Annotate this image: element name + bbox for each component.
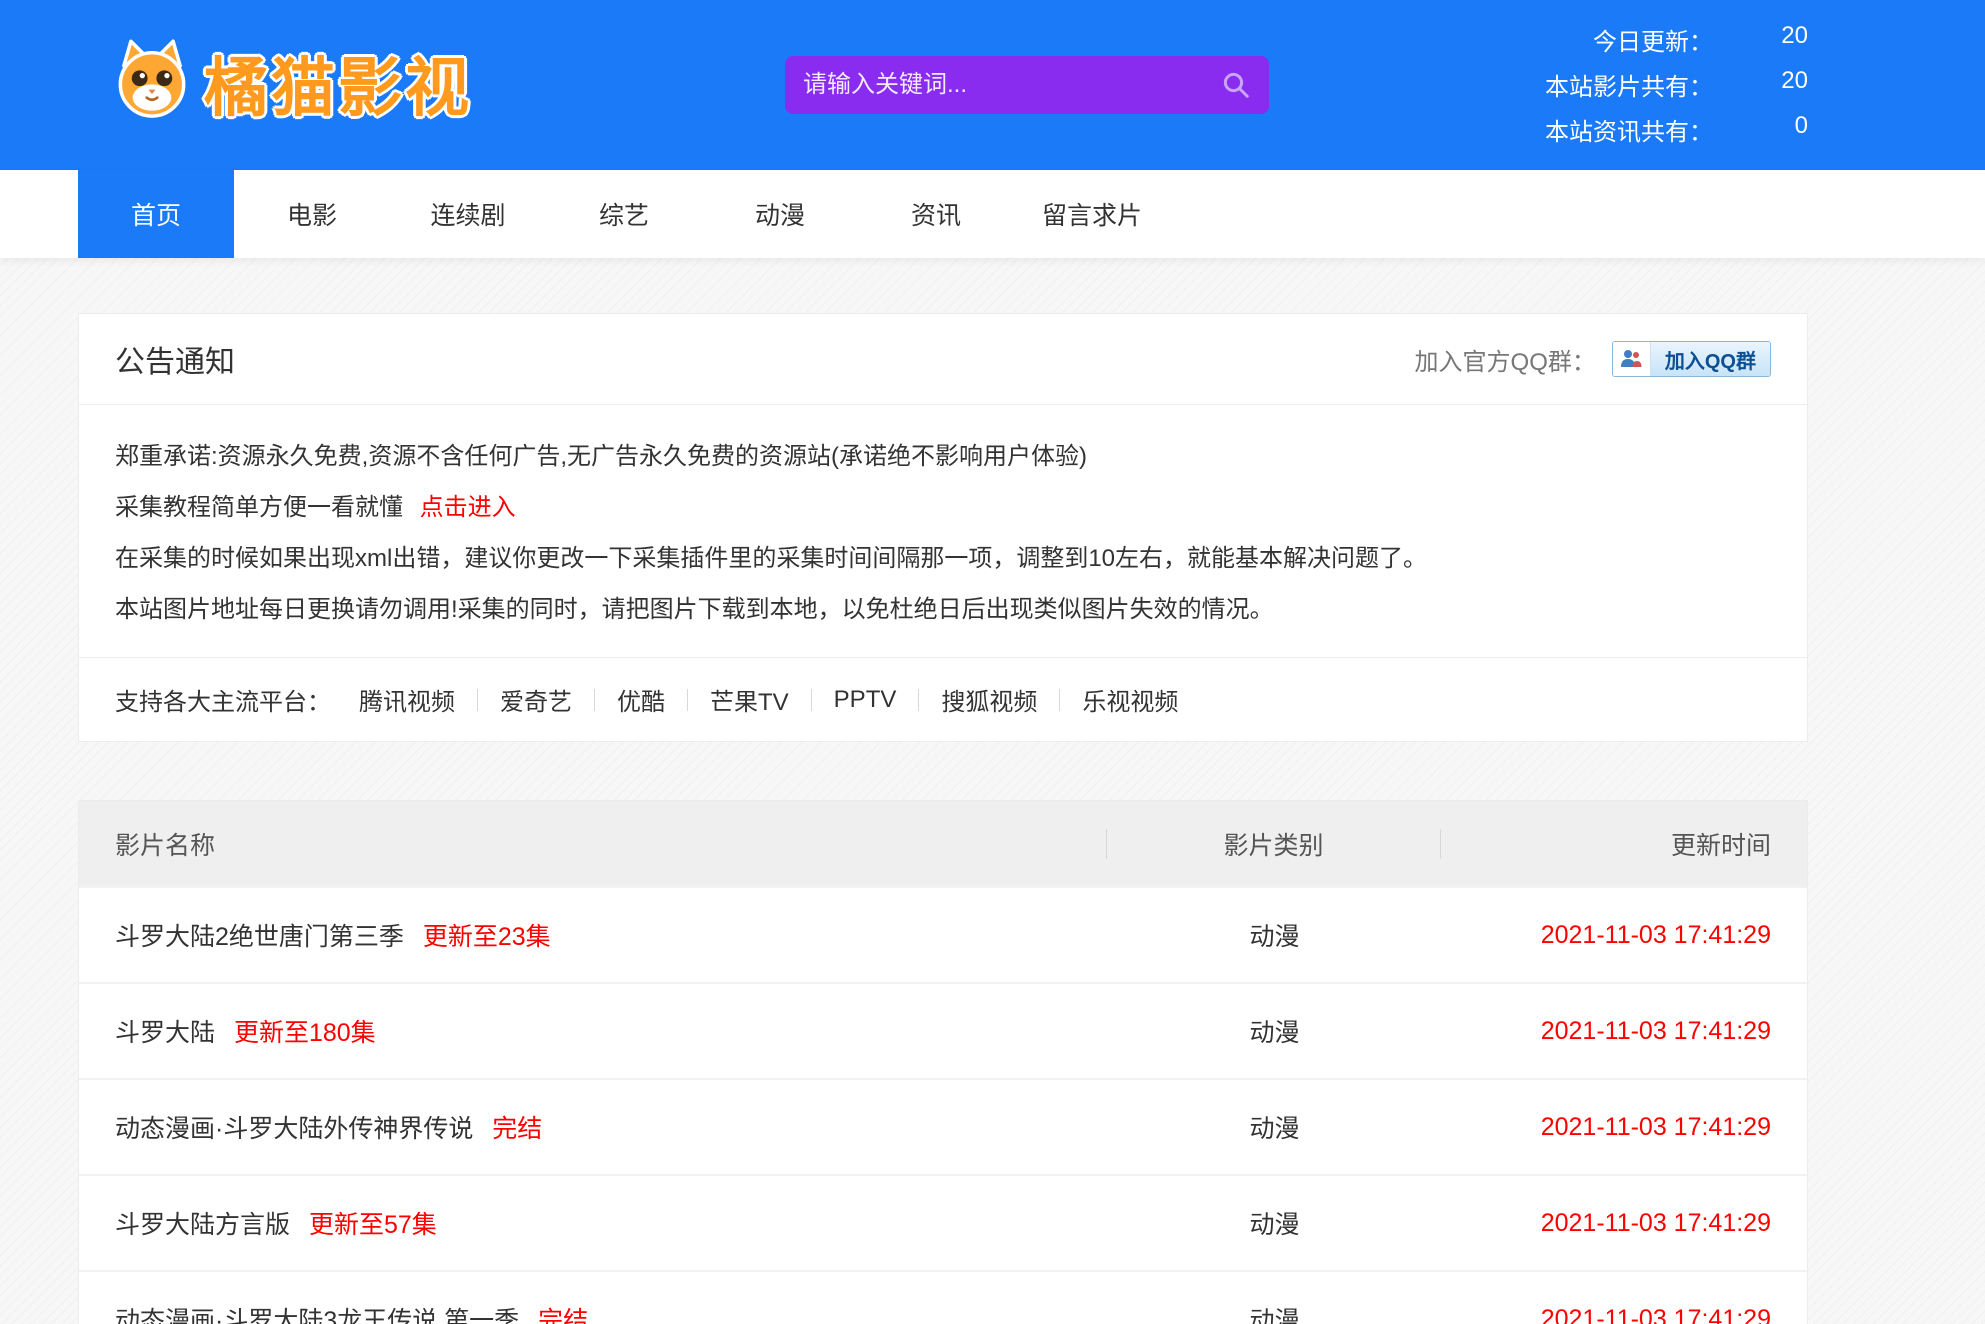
divider <box>477 689 478 711</box>
notice-body: 郑重承诺:资源永久免费,资源不含任何广告,无广告永久免费的资源站(承诺绝不影响用… <box>79 405 1807 657</box>
movie-status: 更新至23集 <box>423 923 551 951</box>
table-header: 影片名称 影片类别 更新时间 <box>79 801 1807 886</box>
platform-link-mgtv[interactable]: 芒果TV <box>710 682 789 717</box>
movie-category: 动漫 <box>1108 1301 1441 1324</box>
stat-today-updates: 今日更新： 20 <box>1488 22 1808 57</box>
movie-title-link[interactable]: 斗罗大陆方言版 <box>115 1211 290 1239</box>
nav-item-home[interactable]: 首页 <box>78 170 234 258</box>
platform-link-tencent[interactable]: 腾讯视频 <box>359 682 455 717</box>
stat-total-movies: 本站影片共有： 20 <box>1488 67 1808 102</box>
cat-logo-icon <box>108 36 196 129</box>
stat-label: 本站资讯共有： <box>1545 112 1713 147</box>
movie-update-time: 2021-11-03 17:41:29 <box>1441 1305 1771 1324</box>
main-content: 公告通知 加入官方QQ群： 加入QQ群 郑重承诺: <box>78 313 1808 1324</box>
search-bar <box>785 56 1269 114</box>
divider <box>1059 689 1060 711</box>
notice-line-text: 采集教程简单方便一看就懂 <box>115 494 403 521</box>
platform-link-youku[interactable]: 优酷 <box>617 682 665 717</box>
stat-total-news: 本站资讯共有： 0 <box>1488 112 1808 147</box>
site-logo[interactable]: 橘猫影视 <box>108 36 472 129</box>
notice-card: 公告通知 加入官方QQ群： 加入QQ群 郑重承诺: <box>78 313 1808 742</box>
platform-link-letv[interactable]: 乐视视频 <box>1082 682 1178 717</box>
movie-update-time: 2021-11-03 17:41:29 <box>1441 1017 1771 1046</box>
nav-item-series[interactable]: 连续剧 <box>390 170 546 258</box>
platform-link-pptv[interactable]: PPTV <box>834 686 897 714</box>
join-qq-button[interactable]: 加入QQ群 <box>1612 341 1771 377</box>
platform-link-sohu[interactable]: 搜狐视频 <box>941 682 1037 717</box>
site-stats: 今日更新： 20 本站影片共有： 20 本站资讯共有： 0 <box>1488 22 1808 147</box>
platform-link-iqiyi[interactable]: 爱奇艺 <box>500 682 572 717</box>
movie-title-link[interactable]: 动态漫画·斗罗大陆外传神界传说 <box>115 1115 473 1143</box>
movie-update-time: 2021-11-03 17:41:29 <box>1441 1113 1771 1142</box>
notice-title: 公告通知 <box>115 337 235 381</box>
nav-item-news[interactable]: 资讯 <box>858 170 1014 258</box>
movie-category: 动漫 <box>1108 1205 1441 1241</box>
divider <box>594 689 595 711</box>
nav-item-movies[interactable]: 电影 <box>234 170 390 258</box>
notice-line: 采集教程简单方便一看就懂 点击进入 <box>115 482 1771 533</box>
movie-title-link[interactable]: 动态漫画·斗罗大陆3龙王传说 第一季 <box>115 1307 519 1324</box>
movie-table: 影片名称 影片类别 更新时间 斗罗大陆2绝世唐门第三季 更新至23集 动漫 20… <box>78 800 1808 1324</box>
movie-category: 动漫 <box>1108 917 1441 953</box>
header-update-time: 更新时间 <box>1441 826 1771 862</box>
table-row: 斗罗大陆2绝世唐门第三季 更新至23集 动漫 2021-11-03 17:41:… <box>79 886 1807 982</box>
movie-category: 动漫 <box>1108 1109 1441 1145</box>
divider <box>811 689 812 711</box>
site-header: 橘猫影视 今日更新： 20 本站影片共有： 20 本站资讯共有： 0 <box>0 0 1985 170</box>
search-icon[interactable] <box>1221 70 1251 100</box>
nav-item-variety[interactable]: 综艺 <box>546 170 702 258</box>
collection-tutorial-link[interactable]: 点击进入 <box>420 494 516 521</box>
logo-text: 橘猫影视 <box>204 37 472 129</box>
movie-update-time: 2021-11-03 17:41:29 <box>1441 1209 1771 1238</box>
movie-update-time: 2021-11-03 17:41:29 <box>1441 921 1771 950</box>
movie-title-link[interactable]: 斗罗大陆 <box>115 1019 215 1047</box>
platforms-label: 支持各大主流平台： <box>115 682 331 717</box>
notice-line: 郑重承诺:资源永久免费,资源不含任何广告,无广告永久免费的资源站(承诺绝不影响用… <box>115 431 1771 482</box>
main-nav: 首页 电影 连续剧 综艺 动漫 资讯 留言求片 <box>0 170 1985 258</box>
movie-status: 更新至180集 <box>234 1019 376 1047</box>
movie-status: 更新至57集 <box>309 1211 437 1239</box>
qq-button-label: 加入QQ群 <box>1651 342 1770 376</box>
divider <box>687 689 688 711</box>
qq-group-label: 加入官方QQ群： <box>1415 342 1596 377</box>
stat-value: 0 <box>1713 112 1808 147</box>
header-movie-name: 影片名称 <box>115 826 1106 862</box>
movie-status: 完结 <box>538 1307 588 1324</box>
stat-value: 20 <box>1713 22 1808 57</box>
movie-title-link[interactable]: 斗罗大陆2绝世唐门第三季 <box>115 923 404 951</box>
table-row: 动态漫画·斗罗大陆3龙王传说 第一季 完结 动漫 2021-11-03 17:4… <box>79 1270 1807 1324</box>
table-row: 动态漫画·斗罗大陆外传神界传说 完结 动漫 2021-11-03 17:41:2… <box>79 1078 1807 1174</box>
notice-line: 本站图片地址每日更换请勿调用!采集的同时，请把图片下载到本地，以免杜绝日后出现类… <box>115 584 1771 635</box>
nav-item-anime[interactable]: 动漫 <box>702 170 858 258</box>
stat-value: 20 <box>1713 67 1808 102</box>
divider <box>918 689 919 711</box>
search-input[interactable] <box>803 71 1221 99</box>
header-movie-category: 影片类别 <box>1107 826 1440 862</box>
table-row: 斗罗大陆 更新至180集 动漫 2021-11-03 17:41:29 <box>79 982 1807 1078</box>
movie-category: 动漫 <box>1108 1013 1441 1049</box>
notice-line: 在采集的时候如果出现xml出错，建议你更改一下采集插件里的采集时间间隔那一项，调… <box>115 533 1771 584</box>
qq-group-icon <box>1613 342 1651 376</box>
platform-row: 支持各大主流平台： 腾讯视频 爱奇艺 优酷 芒果TV PPTV 搜狐视频 乐视视… <box>79 657 1807 741</box>
nav-item-request[interactable]: 留言求片 <box>1014 170 1170 258</box>
stat-label: 今日更新： <box>1593 22 1713 57</box>
stat-label: 本站影片共有： <box>1545 67 1713 102</box>
table-row: 斗罗大陆方言版 更新至57集 动漫 2021-11-03 17:41:29 <box>79 1174 1807 1270</box>
movie-status: 完结 <box>492 1115 542 1143</box>
